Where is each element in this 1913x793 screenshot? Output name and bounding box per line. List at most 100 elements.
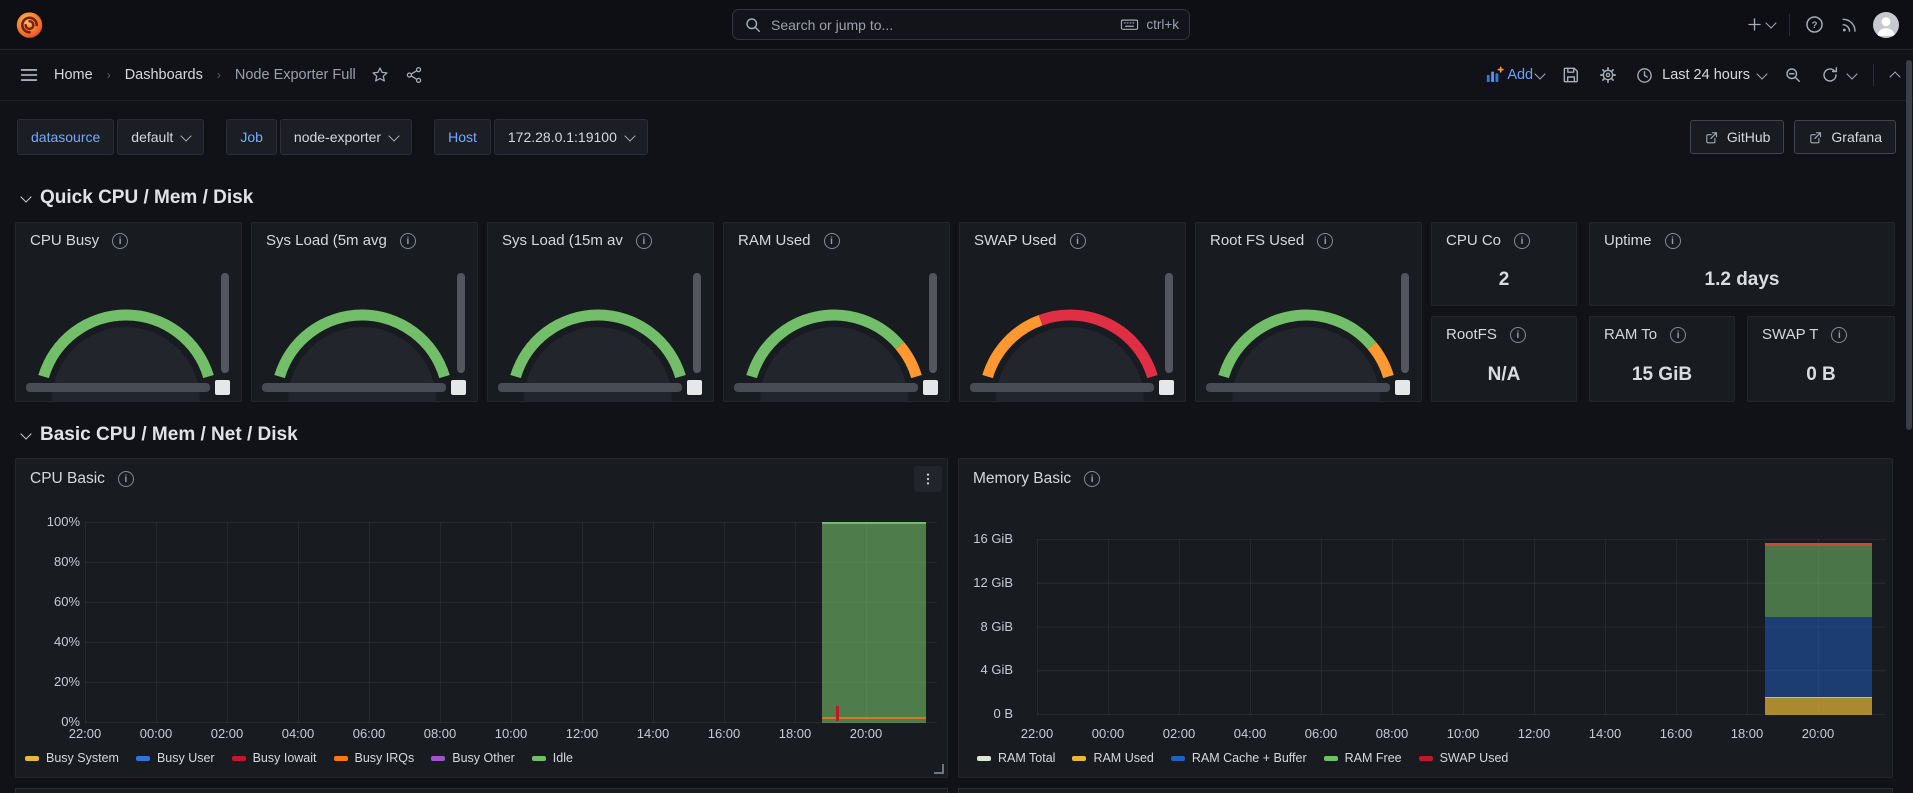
variable-value-host[interactable]: 172.28.0.1:19100 <box>494 119 648 155</box>
add-panel-button[interactable]: Add <box>1484 65 1544 85</box>
search-input[interactable]: Search or jump to... ctrl+k <box>732 9 1190 40</box>
panel-title: Memory Basic <box>973 470 1071 488</box>
memory-plot-area[interactable] <box>1037 539 1886 715</box>
info-icon[interactable]: i <box>1665 233 1681 249</box>
panel-horizontal-scrollbar[interactable] <box>262 383 446 392</box>
grafana-link-button[interactable]: Grafana <box>1794 120 1896 154</box>
search-placeholder: Search or jump to... <box>771 17 1109 33</box>
variable-value-job[interactable]: node-exporter <box>280 119 412 155</box>
legend-item[interactable]: Busy Other <box>431 751 515 765</box>
legend-swatch <box>232 756 246 761</box>
grafana-logo[interactable] <box>14 9 45 40</box>
refresh-button[interactable] <box>1820 65 1856 85</box>
panel-vertical-scrollbar[interactable] <box>221 273 229 373</box>
legend-item[interactable]: Idle <box>532 751 573 765</box>
panel-horizontal-scrollbar[interactable] <box>498 383 682 392</box>
star-icon[interactable] <box>370 65 390 85</box>
legend-item[interactable]: RAM Free <box>1324 751 1402 765</box>
info-icon[interactable]: i <box>112 233 128 249</box>
cpu-plot-area[interactable] <box>85 522 937 723</box>
top-bar: Search or jump to... ctrl+k ? <box>0 0 1913 50</box>
panel-title: SWAP Used <box>974 232 1057 249</box>
legend-item[interactable]: RAM Used <box>1072 751 1153 765</box>
scrollbar-thumb[interactable] <box>215 380 230 395</box>
legend-item[interactable]: Busy User <box>136 751 215 765</box>
scrollbar-thumb[interactable] <box>687 380 702 395</box>
page-scrollbar[interactable] <box>1906 60 1912 430</box>
panel-horizontal-scrollbar[interactable] <box>26 383 210 392</box>
panel-title: CPU Basic <box>30 470 105 488</box>
panel-vertical-scrollbar[interactable] <box>1401 273 1409 373</box>
info-icon[interactable]: i <box>1510 327 1526 343</box>
menu-toggle-icon[interactable] <box>18 64 40 86</box>
panel-horizontal-scrollbar[interactable] <box>970 383 1154 392</box>
stat-value: 0 B <box>1748 355 1894 395</box>
info-icon[interactable]: i <box>1084 471 1100 487</box>
info-icon[interactable]: i <box>1514 233 1530 249</box>
legend-item[interactable]: Busy IRQs <box>334 751 415 765</box>
panel-vertical-scrollbar[interactable] <box>457 273 465 373</box>
panel-vertical-scrollbar[interactable] <box>1165 273 1173 373</box>
news-rss-button[interactable] <box>1839 15 1859 35</box>
breadcrumb-separator: › <box>107 68 111 82</box>
panel-sys-load-5m: Sys Load (5m avgi <box>251 222 478 402</box>
x-axis-tick: 22:00 <box>1007 726 1067 740</box>
github-link-button[interactable]: GitHub <box>1690 120 1785 154</box>
panel-title: Root FS Used <box>1210 232 1304 249</box>
save-dashboard-button[interactable] <box>1561 65 1581 85</box>
scrollbar-thumb[interactable] <box>1159 380 1174 395</box>
user-avatar[interactable] <box>1873 12 1899 38</box>
memory-legend: RAM Total RAM Used RAM Cache + Buffer RA… <box>977 751 1508 765</box>
info-icon[interactable]: i <box>1831 327 1847 343</box>
panel-swap-used: SWAP Used i <box>959 222 1186 402</box>
breadcrumb-dashboards[interactable]: Dashboards <box>125 67 203 83</box>
time-range-picker[interactable]: Last 24 hours <box>1635 66 1766 85</box>
legend-item[interactable]: SWAP Used <box>1419 751 1509 765</box>
breadcrumb-home[interactable]: Home <box>54 67 93 83</box>
share-icon[interactable] <box>404 65 424 85</box>
info-icon[interactable]: i <box>824 233 840 249</box>
panel-horizontal-scrollbar[interactable] <box>734 383 918 392</box>
scrollbar-thumb[interactable] <box>1395 380 1410 395</box>
chevron-down-icon <box>388 130 399 141</box>
memory-ram-used-series <box>1765 697 1872 715</box>
panel-resize-handle[interactable] <box>934 764 944 774</box>
info-icon[interactable]: i <box>636 233 652 249</box>
panel-menu-kebab-icon[interactable] <box>914 466 942 492</box>
zoom-out-button[interactable] <box>1783 65 1803 85</box>
template-variables: datasource default Job node-exporter Hos… <box>17 118 1896 156</box>
info-icon[interactable]: i <box>1070 233 1086 249</box>
collapse-toolbar-icon[interactable] <box>1889 71 1900 82</box>
legend-item[interactable]: RAM Total <box>977 751 1055 765</box>
new-button[interactable] <box>1745 15 1775 34</box>
panel-horizontal-scrollbar[interactable] <box>1206 383 1390 392</box>
panel-vertical-scrollbar[interactable] <box>929 273 937 373</box>
panel-title: Sys Load (15m av <box>502 232 623 249</box>
divider <box>1789 14 1790 36</box>
legend-item[interactable]: Busy Iowait <box>232 751 317 765</box>
add-label: Add <box>1507 67 1533 83</box>
info-icon[interactable]: i <box>1317 233 1333 249</box>
dashboard-settings-button[interactable] <box>1598 65 1618 85</box>
search-shortcut: ctrl+k <box>1109 14 1179 35</box>
info-icon[interactable]: i <box>1670 327 1686 343</box>
variable-value-datasource[interactable]: default <box>117 119 204 155</box>
info-icon[interactable]: i <box>118 471 134 487</box>
legend-item[interactable]: RAM Cache + Buffer <box>1171 751 1307 765</box>
row-quick-cpu-mem-disk[interactable]: Quick CPU / Mem / Disk <box>22 187 253 209</box>
panel-vertical-scrollbar[interactable] <box>693 273 701 373</box>
row-basic-cpu-mem-net-disk[interactable]: Basic CPU / Mem / Net / Disk <box>22 424 298 446</box>
y-axis-tick: 80% <box>28 555 80 569</box>
scrollbar-thumb[interactable] <box>923 380 938 395</box>
memory-ram-total-swap-line <box>1765 543 1872 546</box>
panel-title: CPU Busy <box>30 232 99 249</box>
scrollbar-thumb[interactable] <box>451 380 466 395</box>
legend-item[interactable]: Busy System <box>25 751 119 765</box>
panel-title: CPU Co <box>1446 232 1501 249</box>
info-icon[interactable]: i <box>400 233 416 249</box>
stat-value: 2 <box>1432 261 1576 299</box>
memory-ram-free-series <box>1765 545 1872 617</box>
help-button[interactable]: ? <box>1804 14 1825 35</box>
x-axis-tick: 12:00 <box>1504 726 1564 740</box>
panel-ram-total: RAM Toi 15 GiB <box>1589 316 1735 402</box>
